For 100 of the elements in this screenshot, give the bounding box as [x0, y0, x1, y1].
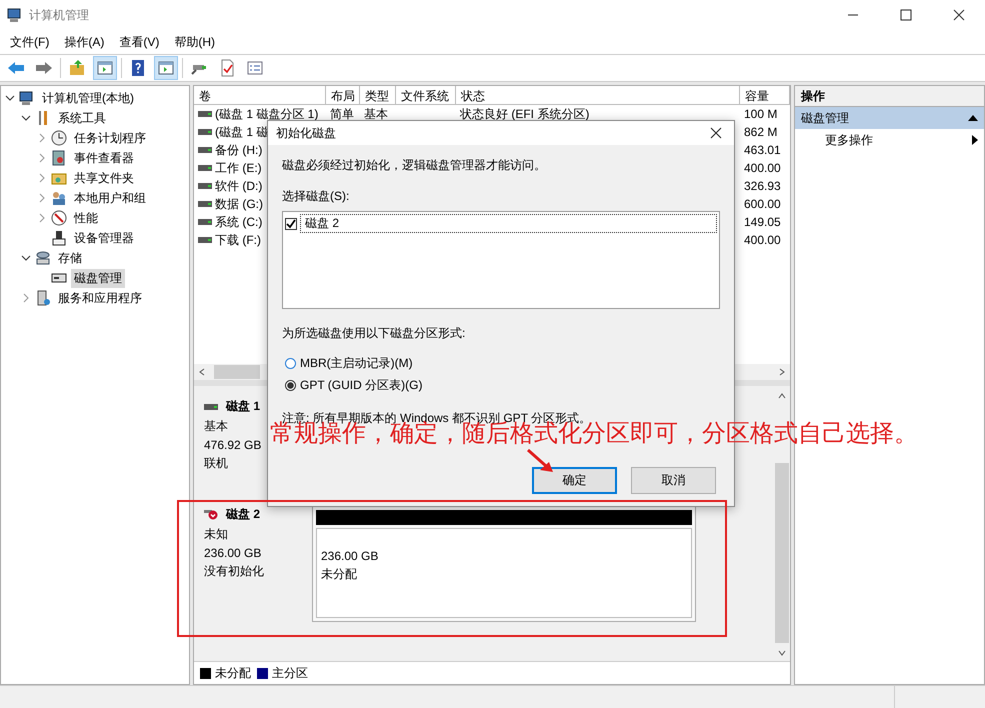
pane-icon[interactable]	[93, 56, 117, 80]
radio-option[interactable]: MBR(主启动记录)(M)	[282, 352, 720, 374]
field-label: 为所选磁盘使用以下磁盘分区形式:	[282, 325, 466, 342]
close-icon[interactable]	[710, 127, 722, 139]
tree-item[interactable]: 任务计划程序	[71, 128, 149, 148]
action-item[interactable]: 更多操作	[795, 129, 984, 151]
table-cell: 149.05	[744, 215, 781, 229]
scroll-down-icon[interactable]	[778, 649, 786, 657]
expand-chevron-icon[interactable]	[37, 153, 47, 163]
scroll-thumb[interactable]	[775, 463, 789, 643]
disk-name: 磁盘 2	[226, 506, 260, 523]
tree-item[interactable]: 性能	[71, 208, 101, 228]
drive-icon	[198, 129, 212, 135]
disk-drive-icon	[204, 404, 218, 410]
disk-info: 476.92 GB	[204, 438, 262, 452]
tree-item[interactable]: 计算机管理(本地)	[39, 88, 137, 108]
maximize-icon[interactable]	[900, 9, 912, 21]
actions-header: 操作	[795, 86, 984, 107]
checkbox[interactable]	[285, 218, 297, 230]
column-header[interactable]: 文件系统	[396, 86, 456, 105]
tree-item[interactable]: 磁盘管理	[71, 268, 125, 288]
collapse-chevron-icon[interactable]	[5, 93, 15, 103]
scroll-right-icon[interactable]	[778, 368, 786, 376]
table-cell: 400.00	[744, 233, 781, 247]
disk-info: 未知	[204, 526, 228, 543]
table-cell: 下载 (F:)	[215, 232, 261, 248]
computer-icon	[19, 90, 35, 106]
radio-button[interactable]	[285, 380, 296, 390]
tree-item[interactable]: 存储	[55, 248, 85, 268]
table-cell: (磁盘 1 磁盘分区 1)	[215, 106, 318, 122]
scroll-thumb[interactable]	[214, 365, 260, 379]
partition-size: 236.00 GB	[321, 549, 380, 563]
disk-error-icon	[204, 508, 218, 520]
disk-info: 236.00 GB	[204, 546, 262, 560]
scroll-up-icon[interactable]	[778, 392, 786, 400]
disk-name: 磁盘 1	[226, 398, 260, 415]
cancel-button[interactable]: 取消	[631, 467, 716, 494]
clock-icon	[51, 130, 67, 146]
drive-icon	[198, 147, 212, 153]
menu-item[interactable]: 帮助(H)	[174, 34, 215, 50]
expand-chevron-icon[interactable]	[37, 193, 47, 203]
pane-icon[interactable]	[154, 56, 178, 80]
field-label: 选择磁盘(S):	[282, 188, 350, 205]
tree-item[interactable]: 服务和应用程序	[55, 288, 145, 308]
dialog-message: 磁盘必须经过初始化，逻辑磁盘管理器才能访问。	[282, 157, 547, 174]
disk-info: 基本	[204, 418, 228, 435]
column-header[interactable]: 布局	[326, 86, 360, 105]
device-icon	[51, 230, 67, 246]
menu-item[interactable]: 查看(V)	[119, 34, 160, 50]
column-header[interactable]: 容量	[740, 86, 790, 105]
disk-info: 没有初始化	[204, 563, 264, 580]
drive-icon	[198, 111, 212, 117]
server-icon	[35, 290, 51, 306]
table-cell: 系统 (C:)	[215, 214, 262, 230]
ok-button[interactable]: 确定	[532, 467, 617, 494]
scroll-left-icon[interactable]	[198, 368, 206, 376]
table-cell: 463.01	[744, 143, 781, 157]
expand-chevron-icon[interactable]	[37, 133, 47, 143]
annotation-arrow	[526, 448, 556, 474]
tree-item[interactable]: 事件查看器	[71, 148, 137, 168]
table-cell: 工作 (E:)	[215, 160, 262, 176]
partition-block[interactable]: 236.00 GB 未分配	[312, 506, 696, 622]
tree-item[interactable]: 设备管理器	[71, 228, 137, 248]
drive-icon	[198, 183, 212, 189]
radio-button[interactable]	[285, 358, 296, 368]
collapse-chevron-icon[interactable]	[21, 253, 31, 263]
table-cell: 简单	[330, 106, 354, 122]
tree-item[interactable]: 本地用户和组	[71, 188, 149, 208]
column-header[interactable]: 卷	[194, 86, 326, 105]
menu-item[interactable]: 操作(A)	[64, 34, 104, 50]
users-icon	[51, 190, 67, 206]
list-item[interactable]: 磁盘 2	[300, 214, 717, 233]
submenu-arrow-icon	[972, 135, 978, 145]
column-header[interactable]: 类型	[360, 86, 396, 105]
table-cell: 600.00	[744, 197, 781, 211]
table-cell: 基本	[364, 106, 388, 122]
disk-list[interactable]: 磁盘 2	[282, 211, 720, 309]
legend-label: 主分区	[272, 664, 308, 682]
tree-item[interactable]: 共享文件夹	[71, 168, 137, 188]
drive-icon	[198, 219, 212, 225]
drive-icon	[198, 237, 212, 243]
table-cell: 备份 (H:)	[215, 142, 262, 158]
tree-item[interactable]: 系统工具	[55, 108, 109, 128]
drive-icon	[198, 165, 212, 171]
expand-chevron-icon[interactable]	[37, 173, 47, 183]
column-header[interactable]: 状态	[456, 86, 740, 105]
storage-icon	[35, 250, 51, 266]
expand-chevron-icon[interactable]	[21, 293, 31, 303]
log-icon	[51, 150, 67, 166]
disk-info: 联机	[204, 455, 228, 472]
table-cell: 100 M	[744, 107, 778, 121]
window-title: 计算机管理	[29, 6, 89, 24]
radio-option[interactable]: GPT (GUID 分区表)(G)	[282, 374, 720, 396]
actions-section[interactable]: 磁盘管理	[795, 107, 984, 129]
menu-item[interactable]: 文件(F)	[10, 34, 50, 50]
partition-label: 未分配	[321, 566, 358, 583]
collapse-chevron-icon[interactable]	[21, 113, 31, 123]
computer-icon	[7, 7, 23, 23]
close-icon[interactable]	[953, 9, 965, 21]
expand-chevron-icon[interactable]	[37, 213, 47, 223]
